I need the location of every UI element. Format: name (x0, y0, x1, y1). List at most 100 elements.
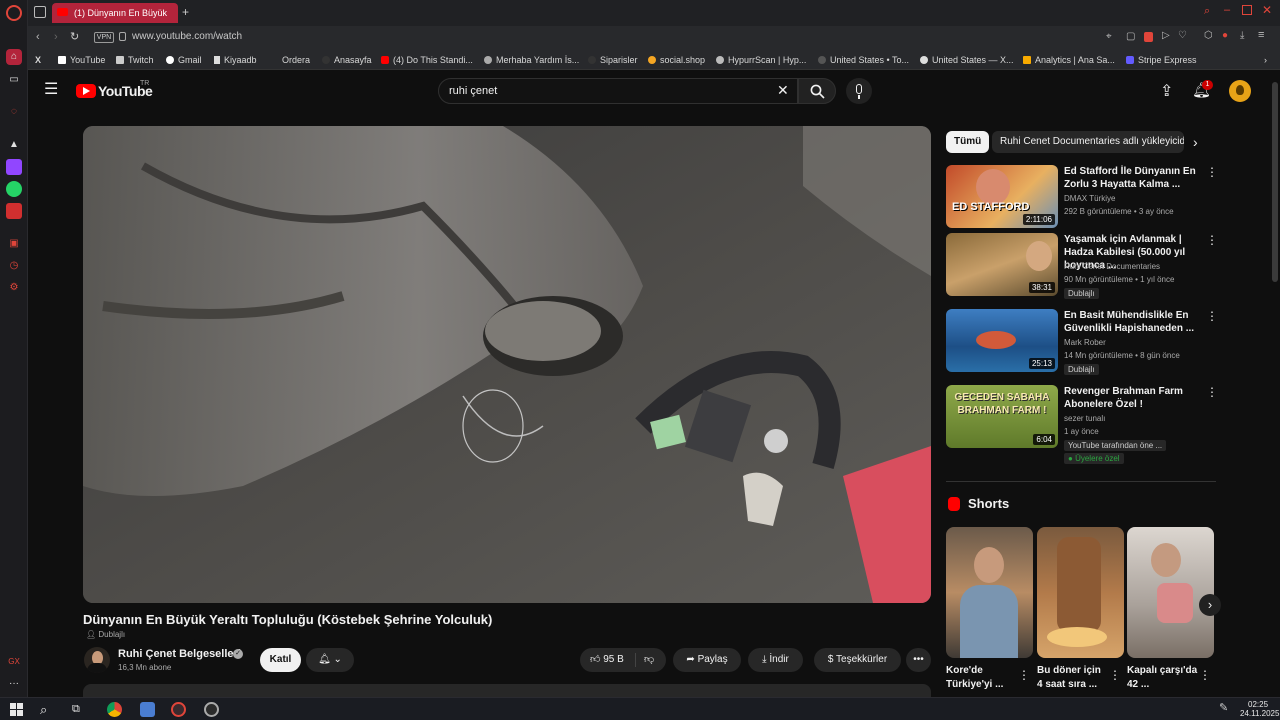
search-icon[interactable]: ⌕ (40, 702, 55, 717)
home-icon[interactable]: ⌂ (6, 49, 22, 65)
gx-icon[interactable]: GX (6, 654, 22, 670)
channel-name[interactable]: Ruhi Çenet Belgeselleri (118, 648, 241, 660)
rec-channel[interactable]: Ruhi Cenet Documentaries (1064, 262, 1204, 271)
rec-title[interactable]: En Basit Mühendislikle En Güvenlikli Hap… (1064, 309, 1202, 335)
thanks-button[interactable]: $ Teşekkürler (814, 648, 901, 672)
ai-icon[interactable]: ▲ (6, 137, 22, 153)
more-icon[interactable]: ··· (6, 676, 22, 692)
search-input[interactable] (449, 85, 769, 97)
bookmark-gmail[interactable]: Gmail (166, 55, 202, 65)
bookmark-united-states-1[interactable]: United States • To... (818, 55, 909, 65)
maximize-icon[interactable] (1242, 5, 1252, 15)
windows-start-icon[interactable] (9, 702, 24, 717)
bookmark-anasayfa[interactable]: Anasayfa (322, 55, 372, 65)
rec-thumbnail[interactable]: ED STAFFORD 2:11:06 (946, 165, 1058, 228)
short-thumbnail[interactable] (1037, 527, 1124, 658)
hamburger-menu-icon[interactable]: ☰ (44, 82, 58, 98)
forward-icon[interactable]: › (54, 31, 58, 43)
rec-thumbnail[interactable]: 38:31 (946, 233, 1058, 296)
opera-logo-icon[interactable] (6, 5, 22, 21)
chip-all[interactable]: Tümü (946, 131, 990, 153)
menu-icon[interactable]: ≡ (1258, 29, 1264, 41)
description-box[interactable] (83, 684, 931, 697)
twitch-icon[interactable] (6, 159, 22, 175)
page-scrollbar[interactable] (1272, 82, 1278, 282)
app-icon[interactable] (204, 702, 219, 717)
short-title[interactable]: Kore'de Türkiye'yi ... (946, 664, 1018, 692)
bookmark-youtube[interactable]: YouTube (58, 55, 105, 65)
short-menu-icon[interactable]: ⋮ (1199, 668, 1211, 682)
bookmark-kiyaadb[interactable]: Kiyaadb (214, 55, 257, 65)
short-title[interactable]: Kapalı çarşı'da 42 ... (1127, 664, 1199, 692)
short-title[interactable]: Bu döner için 4 saat sıra ... (1037, 664, 1109, 692)
clock-time[interactable]: 02:25 (1248, 700, 1268, 709)
rec-thumbnail[interactable]: 25:13 (946, 309, 1058, 372)
gaming-icon[interactable]: ▭ (6, 72, 22, 88)
search-box[interactable]: ✕ (438, 78, 798, 104)
thumbs-down-icon[interactable]: 👎︎ (644, 648, 654, 672)
more-actions-button[interactable]: ••• (906, 648, 931, 672)
vpn-badge[interactable]: VPN (94, 32, 114, 43)
pin-icon[interactable]: ⌖ (1106, 31, 1112, 42)
minimize-icon[interactable]: – (1224, 4, 1230, 16)
download-button[interactable]: ⤓ İndir (748, 648, 803, 672)
clock-date[interactable]: 24.11.2025 (1240, 709, 1279, 718)
short-menu-icon[interactable]: ⋮ (1109, 668, 1121, 682)
chips-next-icon[interactable]: › (1193, 134, 1198, 150)
rec-channel[interactable]: DMAX Türkiye (1064, 194, 1204, 203)
bookmark-do-this[interactable]: (4) Do This Standi... (381, 55, 473, 65)
shield-icon[interactable] (1144, 32, 1153, 42)
lock-icon[interactable] (119, 32, 126, 41)
short-thumbnail[interactable] (946, 527, 1033, 658)
close-window-icon[interactable]: ✕ (1262, 3, 1272, 17)
task-view-icon[interactable]: ⧉ (72, 702, 87, 717)
search-button[interactable] (798, 78, 836, 104)
bookmark-ordera[interactable]: Ordera (282, 55, 310, 65)
bookmarks-overflow-icon[interactable]: › (1264, 55, 1267, 65)
like-button[interactable]: 👍︎ 95 B (590, 654, 624, 665)
youtube-logo-icon[interactable] (76, 84, 96, 98)
rec-item[interactable]: 38:31 Yaşamak için Avlanmak | Hadza Kabi… (946, 233, 1218, 299)
join-button[interactable]: Katıl (260, 648, 301, 672)
share-button[interactable]: ➦ Paylaş (673, 648, 741, 672)
shorts-next-icon[interactable]: › (1199, 594, 1221, 616)
settings-icon[interactable]: ⚙ (6, 280, 22, 296)
bookmark-stripe[interactable]: Stripe Express (1126, 55, 1197, 65)
rec-channel[interactable]: sezer tunalı (1064, 414, 1204, 423)
pen-icon[interactable]: ✎ (1219, 701, 1228, 714)
reload-icon[interactable]: ↻ (70, 30, 79, 43)
bookmark-hypurrscan[interactable]: HypurrScan | Hyp... (716, 55, 806, 65)
bookmark-analytics[interactable]: Analytics | Ana Sa... (1023, 55, 1115, 65)
channel-avatar[interactable] (84, 647, 110, 673)
tab-menu-icon[interactable] (34, 6, 46, 18)
history-icon[interactable]: ◷ (6, 258, 22, 274)
clear-search-icon[interactable]: ✕ (777, 82, 789, 99)
calculator-icon[interactable] (140, 702, 155, 717)
active-tab[interactable]: (1) Dünyanın En Büyük (52, 3, 178, 23)
rec-channel[interactable]: Mark Rober (1064, 338, 1204, 347)
rec-menu-icon[interactable]: ⋮ (1206, 166, 1218, 178)
rec-menu-icon[interactable]: ⋮ (1206, 310, 1218, 322)
whatsapp-icon[interactable] (6, 181, 22, 197)
profile-ext-icon[interactable]: ● (1222, 30, 1228, 41)
snapshot-icon[interactable]: ▢ (1126, 31, 1135, 42)
avatar[interactable] (1229, 80, 1251, 102)
send-icon[interactable]: ▷ (1162, 30, 1170, 41)
video-player[interactable] (83, 126, 931, 603)
subscribed-button[interactable]: 🔔︎ ⌄ (306, 648, 354, 672)
download-icon[interactable]: ⤓ (1240, 30, 1244, 41)
extensions-icon[interactable]: ⬡ (1204, 30, 1213, 41)
aria-icon[interactable]: ◌ (6, 104, 22, 120)
url-text[interactable]: www.youtube.com/watch (132, 31, 242, 42)
bookmark-merhaba[interactable]: Merhaba Yardım İs... (484, 55, 579, 65)
opera-gx-icon[interactable] (171, 702, 186, 717)
chrome-icon[interactable] (107, 702, 122, 717)
wallet-icon[interactable]: ▣ (6, 236, 22, 252)
new-tab-icon[interactable]: + (182, 5, 189, 19)
bookmark-social-shop[interactable]: social.shop (648, 55, 705, 65)
vk-icon[interactable] (6, 203, 22, 219)
bookmark-united-states-2[interactable]: United States — X... (920, 55, 1014, 65)
rec-menu-icon[interactable]: ⋮ (1206, 234, 1218, 246)
x-bookmark-icon[interactable]: X (35, 55, 41, 65)
rec-item[interactable]: GECEDEN SABAHA BRAHMAN FARM ! 6:04 Reven… (946, 385, 1218, 465)
